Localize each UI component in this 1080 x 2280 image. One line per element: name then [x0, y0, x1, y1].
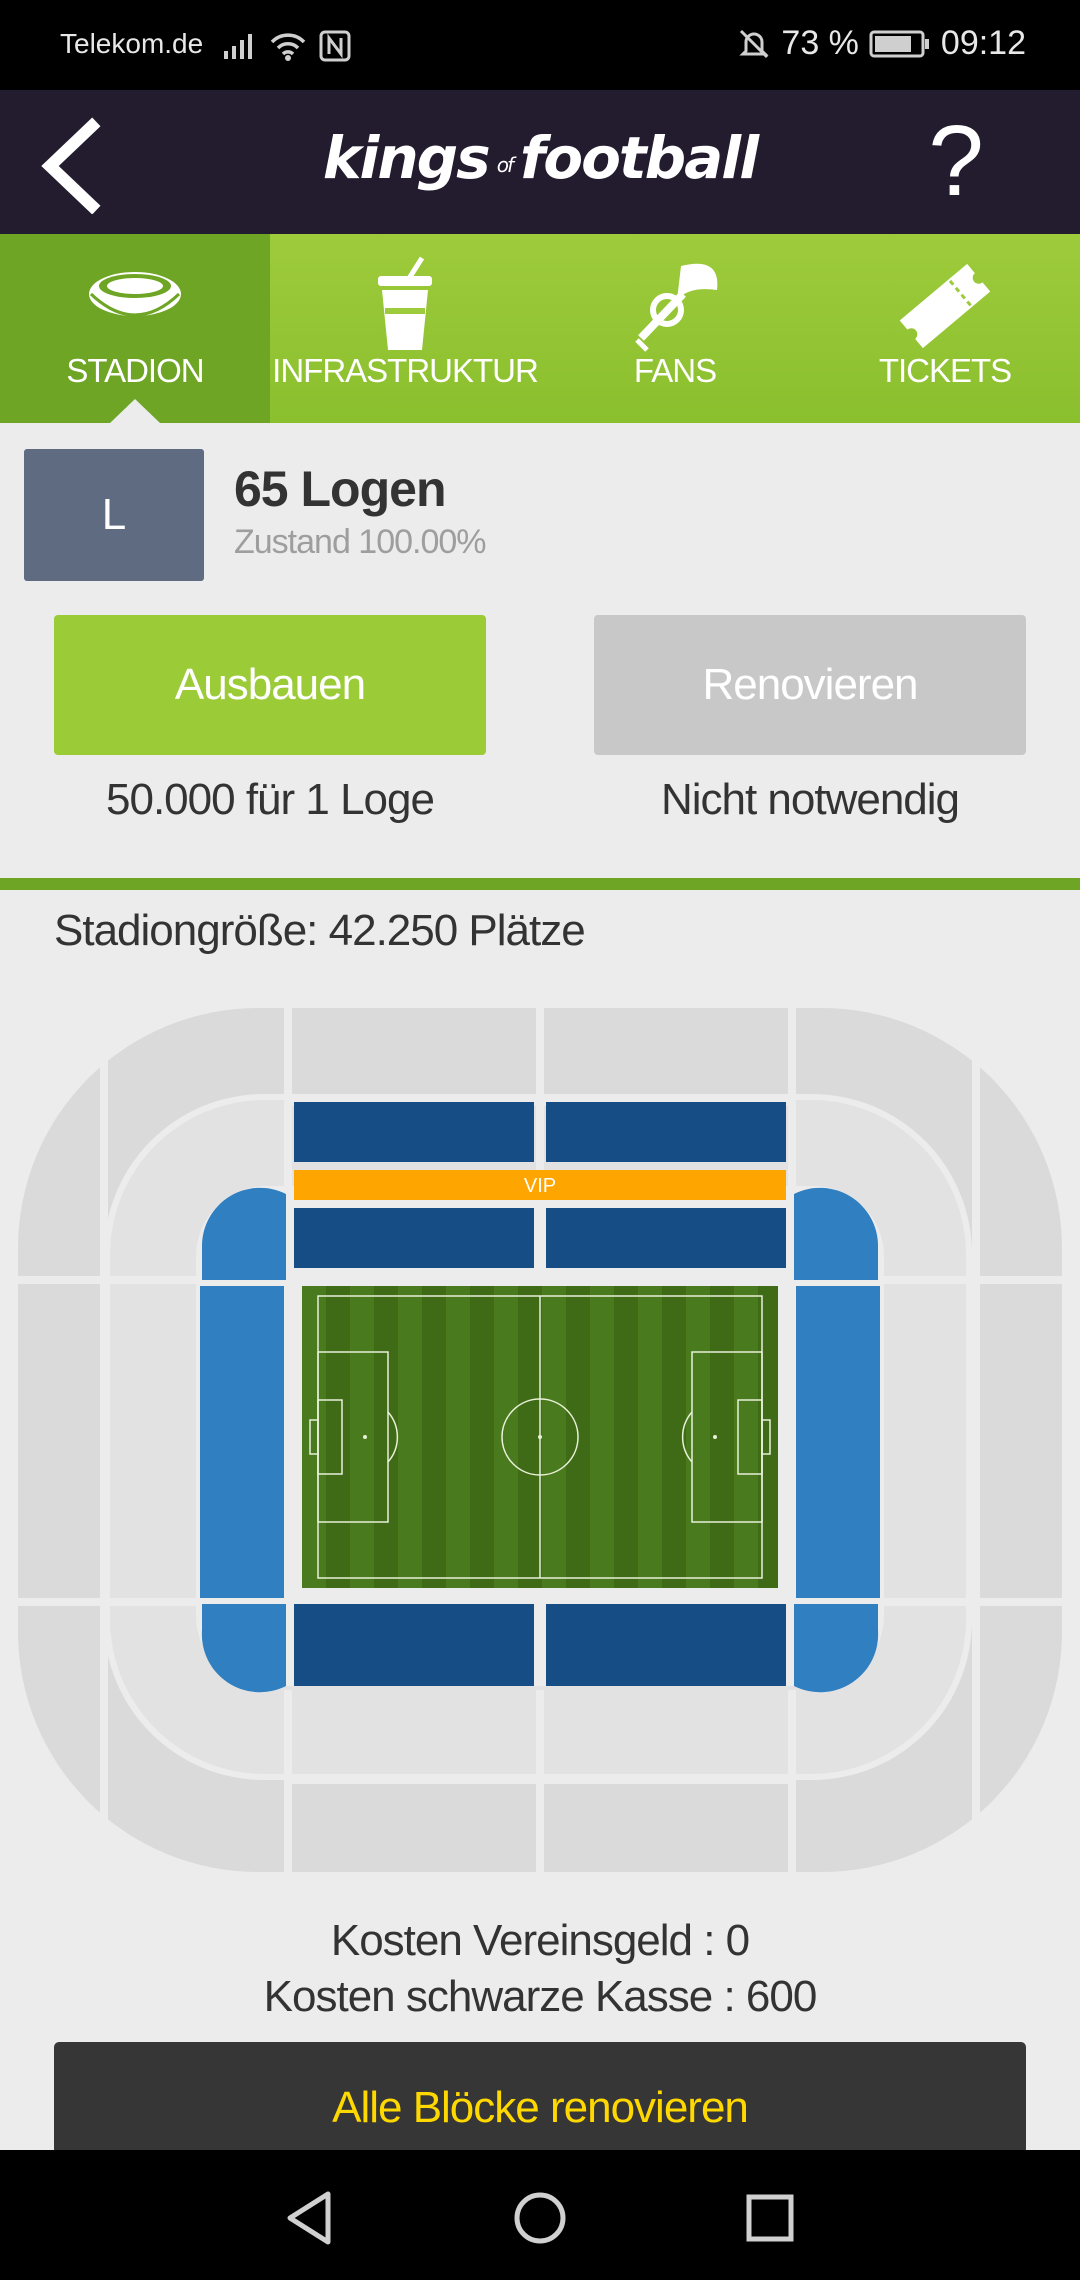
tab-label: STADION — [66, 352, 204, 389]
football-pitch — [302, 1286, 778, 1588]
status-bar: Telekom.de 73 % 09:12 — [0, 0, 1080, 90]
stand-north-upper-right[interactable] — [546, 1102, 786, 1162]
ticket-icon — [899, 263, 991, 349]
battery-percent: 73 % — [781, 24, 859, 62]
renovate-cost: Nicht notwendig — [660, 775, 960, 824]
stand-south-left[interactable] — [294, 1604, 534, 1686]
nfc-icon — [319, 30, 351, 62]
battery-icon — [869, 30, 929, 57]
upgrade-button[interactable]: Ausbauen — [54, 615, 486, 755]
stand-north-lower-left[interactable] — [294, 1208, 534, 1268]
stadium-size: Stadiongröße: 42.250 Plätze — [54, 906, 586, 955]
nav-recents-icon — [746, 2194, 794, 2242]
renovate-button[interactable]: Renovieren — [594, 615, 1026, 755]
tab-stadion[interactable]: STADION — [0, 234, 270, 423]
cost-club-money: Kosten Vereinsgeld : 0 — [330, 1916, 750, 1965]
logo-word-kings: kings — [322, 124, 491, 192]
wifi-icon — [270, 33, 306, 61]
vip-label: VIP — [524, 1175, 556, 1197]
nav-home-button[interactable] — [500, 2178, 580, 2258]
section-divider — [0, 878, 1080, 890]
tab-label: FANS — [633, 352, 717, 389]
clock: 09:12 — [940, 24, 1026, 62]
app-header: kings of football ? — [0, 90, 1080, 234]
status-right: 73 % 09:12 — [737, 24, 1026, 63]
nav-home-icon — [514, 2192, 566, 2244]
tab-label: INFRASTRUKTUR — [272, 352, 539, 389]
nav-back-icon — [287, 2191, 331, 2245]
stand-east[interactable] — [796, 1286, 880, 1598]
tab-label: TICKETS — [878, 352, 1012, 389]
tab-infrastruktur[interactable]: INFRASTRUKTUR — [270, 234, 540, 423]
item-condition: Zustand 100.00% — [234, 523, 487, 561]
upgrade-cost: 50.000 für 1 Loge — [106, 775, 435, 824]
stand-north-lower-right[interactable] — [546, 1208, 786, 1268]
carrier-name: Telekom.de — [60, 28, 204, 59]
stand-west[interactable] — [200, 1286, 284, 1598]
nav-back-button[interactable] — [270, 2178, 350, 2258]
cost-black-money: Kosten schwarze Kasse : 600 — [263, 1972, 818, 2021]
stand-north-upper-left[interactable] — [294, 1102, 534, 1162]
tab-bar: STADION INFRASTRUKTUR FANS TICKETS — [0, 234, 1080, 423]
help-button[interactable]: ? — [916, 106, 996, 216]
tab-tickets[interactable]: TICKETS — [810, 234, 1080, 423]
item-badge: L — [24, 449, 204, 581]
mute-icon — [739, 29, 770, 58]
logo-word-football: football — [520, 124, 759, 192]
nav-recents-button[interactable] — [730, 2178, 810, 2258]
status-icons — [222, 26, 352, 66]
stadium-map: VIP — [18, 1008, 1062, 1872]
logo-word-of: of — [496, 153, 514, 177]
tab-fans[interactable]: FANS — [540, 234, 810, 423]
system-nav-bar — [0, 2150, 1080, 2280]
trumpet-icon — [635, 263, 718, 352]
stand-south-right[interactable] — [546, 1604, 786, 1686]
stadium-icon — [89, 272, 181, 317]
renovate-all-button[interactable]: Alle Blöcke renovieren — [54, 2042, 1026, 2152]
item-title: 65 Logen — [234, 461, 446, 517]
app-screen: Telekom.de 73 % 09:12 kings of football … — [0, 0, 1080, 2280]
signal-icon — [224, 34, 252, 59]
drink-cup-icon — [378, 256, 432, 350]
